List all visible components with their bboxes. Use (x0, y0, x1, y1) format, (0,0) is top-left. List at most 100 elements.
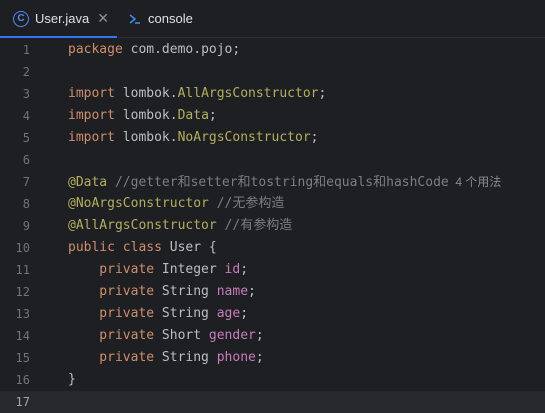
usage-hint[interactable]: 4 个用法 (449, 175, 501, 189)
tab-user-java[interactable]: C User.java ✕ (0, 0, 117, 38)
code-token: Short (161, 328, 209, 343)
code-token: NoArgsConstructor (177, 130, 311, 145)
code-line[interactable]: 10 public class User { (0, 237, 545, 259)
code-token: phone (216, 350, 256, 365)
code-editor[interactable]: 1 package com.demo.pojo; 2 3 import lombok.A… (0, 38, 545, 413)
code-line[interactable]: 15 private String phone; (0, 347, 545, 369)
code-token: AllArgsConstructor (177, 86, 319, 101)
line-number: 11 (15, 263, 30, 277)
code-line[interactable]: 7 @Data //getter和setter和tostring和equals和h… (0, 171, 545, 193)
tab-label: User.java (35, 11, 90, 26)
code-token: @AllArgsConstructor (68, 218, 225, 233)
code-text: import lombok.Data; (68, 105, 217, 127)
close-icon[interactable]: ✕ (97, 10, 109, 27)
code-line[interactable]: 1 package com.demo.pojo; (0, 39, 545, 61)
code-token: package (68, 42, 131, 57)
code-token: lombok. (122, 130, 178, 145)
code-line[interactable]: 2 (0, 61, 545, 83)
editor-tab-bar: C User.java ✕ console (0, 0, 545, 38)
code-token: com.demo.pojo; (130, 42, 241, 57)
line-number: 12 (15, 285, 30, 299)
console-icon (129, 13, 140, 24)
tab-console[interactable]: console (120, 0, 230, 37)
code-token: ; (255, 328, 264, 343)
code-text: private String name; (68, 281, 256, 303)
code-line[interactable]: 8 @NoArgsConstructor //无参构造 (0, 193, 545, 215)
code-token: private (68, 328, 162, 343)
code-token: id (224, 262, 241, 277)
code-token: ; (310, 130, 319, 145)
line-number: 4 (22, 109, 30, 123)
code-token: import (68, 130, 123, 145)
code-token: } (68, 372, 76, 387)
code-token: User { (169, 240, 217, 255)
line-number: 15 (15, 351, 30, 365)
code-token: import (68, 86, 123, 101)
code-text: import lombok.NoArgsConstructor; (68, 127, 318, 149)
code-token: ; (248, 284, 256, 299)
code-token: Integer (161, 262, 225, 277)
line-number: 10 (15, 241, 30, 255)
code-token: String (161, 306, 217, 321)
code-text: @Data //getter和setter和tostring和equals和ha… (68, 171, 501, 194)
code-line[interactable]: 6 (0, 149, 545, 171)
code-line[interactable]: 16} (0, 369, 545, 391)
code-line[interactable]: 12 private String name; (0, 281, 545, 303)
code-text: import lombok.AllArgsConstructor; (68, 83, 326, 105)
code-token: age (216, 306, 241, 321)
code-line[interactable]: 5 import lombok.NoArgsConstructor; (0, 127, 545, 149)
code-token: import (68, 108, 123, 123)
line-number: 6 (22, 153, 30, 167)
code-text: public class User { (68, 237, 217, 259)
code-text: @NoArgsConstructor //无参构造 (68, 193, 284, 215)
code-token: ; (255, 350, 264, 365)
code-token: private (68, 306, 162, 321)
code-token: //getter和setter和tostring和equals和hashCode (114, 175, 449, 190)
code-text: } (68, 369, 76, 391)
code-text: private String phone; (68, 347, 264, 369)
code-line[interactable]: 9 @AllArgsConstructor //有参构造 (0, 215, 545, 237)
code-line[interactable]: 14 private Short gender; (0, 325, 545, 347)
line-number: 17 (15, 395, 30, 409)
code-token: ; (208, 108, 217, 123)
code-text: private String age; (68, 303, 248, 325)
code-token: String (161, 284, 217, 299)
line-number: 5 (22, 131, 30, 145)
code-token: Data (177, 108, 209, 123)
line-number: 16 (15, 373, 30, 387)
line-number: 8 (22, 197, 30, 211)
code-token: ; (240, 262, 249, 277)
code-token: lombok. (122, 86, 178, 101)
code-token: lombok. (122, 108, 178, 123)
code-text: private Integer id; (68, 259, 248, 281)
code-token: private (68, 350, 162, 365)
code-text: @AllArgsConstructor //有参构造 (68, 215, 292, 237)
line-number: 14 (15, 329, 30, 343)
line-number: 7 (22, 175, 30, 189)
code-token: ; (240, 306, 249, 321)
line-number: 13 (15, 307, 30, 321)
code-token: //有参构造 (224, 218, 293, 233)
line-number: 1 (22, 43, 30, 57)
code-token: @Data (68, 175, 115, 190)
code-line[interactable]: 4 import lombok.Data; (0, 105, 545, 127)
code-token: private (68, 262, 162, 277)
code-line[interactable]: 11 private Integer id; (0, 259, 545, 281)
code-line[interactable]: 13 private String age; (0, 303, 545, 325)
code-token: String (161, 350, 217, 365)
code-token: gender (208, 328, 256, 343)
line-number: 2 (22, 65, 30, 79)
code-line[interactable]: 17 (0, 391, 545, 413)
line-number: 3 (22, 87, 30, 101)
line-number: 9 (22, 219, 30, 233)
code-token: private (68, 284, 162, 299)
code-token: @NoArgsConstructor (68, 196, 217, 211)
code-line[interactable]: 3 import lombok.AllArgsConstructor; (0, 83, 545, 105)
code-token: name (216, 284, 249, 299)
code-token: ; (318, 86, 327, 101)
class-icon: C (13, 10, 29, 27)
code-token: public class (68, 240, 170, 255)
code-text: package com.demo.pojo; (68, 39, 240, 61)
code-token: //无参构造 (216, 196, 285, 211)
code-text: private Short gender; (68, 325, 264, 347)
